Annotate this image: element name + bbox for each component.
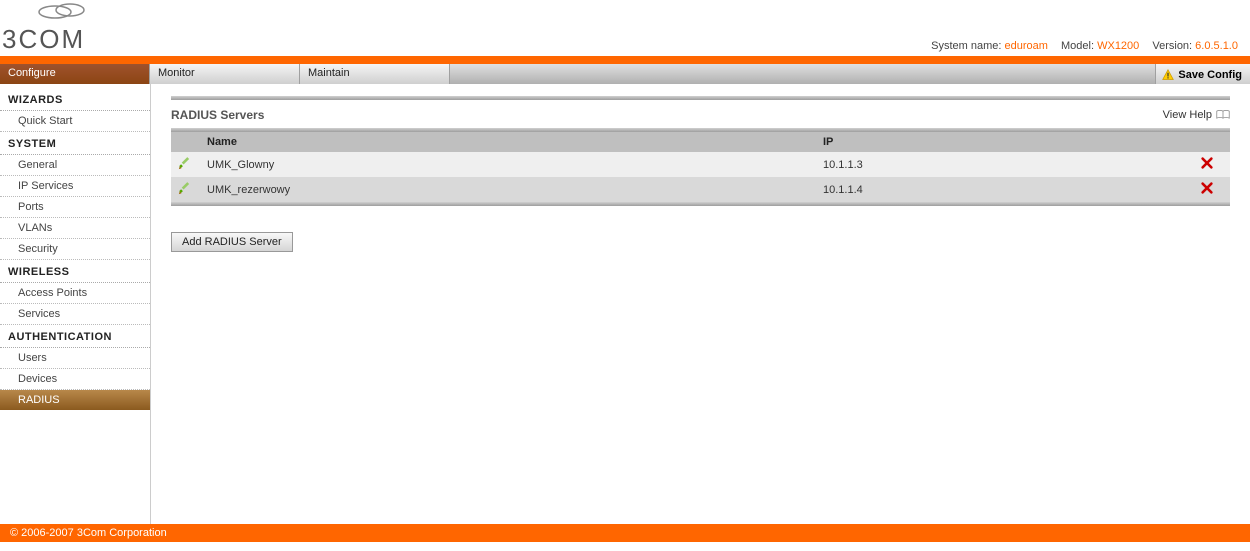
view-help-label: View Help [1163, 109, 1212, 121]
table-row[interactable]: UMK_Glowny10.1.1.3 [171, 152, 1230, 177]
tab-filler [450, 64, 1155, 84]
sidebar-group-title: AUTHENTICATION [0, 325, 150, 348]
col-header-ip[interactable]: IP [815, 132, 1184, 152]
sidebar-item-ip-services[interactable]: IP Services [0, 176, 150, 197]
table-row[interactable]: UMK_rezerwowy10.1.1.4 [171, 177, 1230, 202]
sidebar-item-radius[interactable]: RADIUS [0, 390, 150, 410]
orange-divider [0, 56, 1250, 64]
col-header-action [1184, 132, 1230, 152]
panel-title: RADIUS Servers [171, 108, 264, 122]
model-value: WX1200 [1097, 40, 1139, 52]
help-book-icon [1216, 110, 1230, 120]
tab-configure[interactable]: Configure [0, 64, 150, 84]
rule-top [171, 96, 1230, 100]
svg-text:3COM: 3COM [2, 24, 85, 54]
delete-icon[interactable] [1200, 156, 1214, 170]
tab-maintain[interactable]: Maintain [300, 64, 450, 84]
col-header-name[interactable]: Name [199, 132, 815, 152]
system-info: System name: eduroam Model: WX1200 Versi… [931, 40, 1238, 52]
row-delete-cell[interactable] [1184, 177, 1230, 202]
sidebar-item-quick-start[interactable]: Quick Start [0, 111, 150, 132]
delete-icon[interactable] [1200, 181, 1214, 195]
view-help-link[interactable]: View Help [1163, 109, 1230, 121]
sidebar-group-title: WIRELESS [0, 260, 150, 283]
edit-icon[interactable] [178, 156, 192, 170]
footer: © 2006-2007 3Com Corporation [0, 524, 1250, 542]
version-value: 6.0.5.1.0 [1195, 40, 1238, 52]
model-label: Model: [1061, 40, 1094, 52]
edit-icon[interactable] [178, 181, 192, 195]
add-radius-server-button[interactable]: Add RADIUS Server [171, 232, 293, 252]
row-edit-cell[interactable] [171, 177, 199, 202]
row-ip-cell: 10.1.1.4 [815, 177, 1184, 202]
sidebar-item-services[interactable]: Services [0, 304, 150, 325]
tab-bar: Configure Monitor Maintain Save Config [0, 64, 1250, 84]
save-config-label: Save Config [1178, 69, 1242, 81]
sidebar-item-vlans[interactable]: VLANs [0, 218, 150, 239]
warning-icon [1162, 69, 1174, 81]
col-header-icon [171, 132, 199, 152]
row-delete-cell[interactable] [1184, 152, 1230, 177]
sidebar-item-access-points[interactable]: Access Points [0, 283, 150, 304]
sidebar: WIZARDSQuick StartSYSTEMGeneralIP Servic… [0, 84, 151, 524]
sidebar-item-general[interactable]: General [0, 155, 150, 176]
system-name-label: System name: [931, 40, 1001, 52]
sidebar-group-title: WIZARDS [0, 88, 150, 111]
system-name-value: eduroam [1005, 40, 1048, 52]
main-panel: RADIUS Servers View Help Name IP UMK_Glo… [151, 84, 1250, 524]
save-config-button[interactable]: Save Config [1155, 64, 1250, 84]
row-ip-cell: 10.1.1.3 [815, 152, 1184, 177]
row-name-cell: UMK_Glowny [199, 152, 815, 177]
sidebar-item-devices[interactable]: Devices [0, 369, 150, 390]
header: 3COM System name: eduroam Model: WX1200 … [0, 0, 1250, 56]
row-name-cell: UMK_rezerwowy [199, 177, 815, 202]
logo-3com: 3COM [0, 0, 100, 57]
radius-servers-table: Name IP UMK_Glowny10.1.1.3UMK_rezerwowy1… [171, 132, 1230, 202]
row-edit-cell[interactable] [171, 152, 199, 177]
sidebar-item-ports[interactable]: Ports [0, 197, 150, 218]
sidebar-item-security[interactable]: Security [0, 239, 150, 260]
sidebar-group-title: SYSTEM [0, 132, 150, 155]
sidebar-item-users[interactable]: Users [0, 348, 150, 369]
tab-monitor[interactable]: Monitor [150, 64, 300, 84]
version-label: Version: [1152, 40, 1192, 52]
rule-table-bottom [171, 202, 1230, 206]
footer-copyright: © 2006-2007 3Com Corporation [10, 527, 167, 539]
